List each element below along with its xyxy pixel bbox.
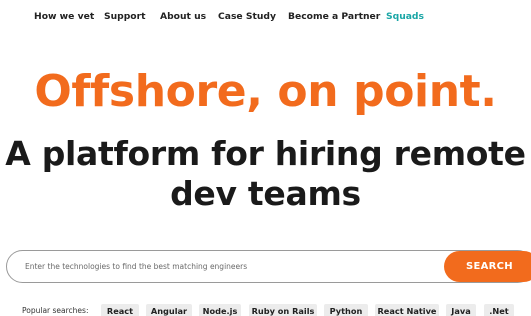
chip-java[interactable]: Java	[446, 304, 476, 316]
chip-nodejs[interactable]: Node.js	[199, 304, 241, 316]
chip-python[interactable]: Python	[324, 304, 368, 316]
chip-react-native[interactable]: React Native	[375, 304, 439, 316]
chip-angular[interactable]: Angular	[146, 304, 192, 316]
nav-case-study[interactable]: Case Study	[218, 11, 276, 22]
nav-squads[interactable]: Squads	[386, 11, 424, 22]
search-bar: SEARCH	[6, 250, 531, 283]
chip-dotnet[interactable]: .Net	[484, 304, 514, 316]
hero-subline-2: dev teams	[170, 174, 361, 213]
search-button[interactable]: SEARCH	[444, 251, 531, 282]
nav-how-we-vet[interactable]: How we vet	[34, 11, 94, 22]
hero-headline: Offshore, on point.	[34, 66, 497, 117]
search-input[interactable]	[25, 251, 435, 282]
page: How we vet Support About us Case Study B…	[0, 0, 531, 316]
nav-support[interactable]: Support	[104, 11, 146, 22]
nav-about-us[interactable]: About us	[160, 11, 206, 22]
chip-ruby-on-rails[interactable]: Ruby on Rails	[249, 304, 317, 316]
hero-subline-1: A platform for hiring remote	[5, 134, 526, 173]
chip-react[interactable]: React	[101, 304, 139, 316]
popular-searches: Popular searches: React Angular Node.js …	[0, 304, 531, 316]
top-nav: How we vet Support About us Case Study B…	[0, 11, 531, 27]
popular-searches-label: Popular searches:	[22, 306, 89, 315]
nav-become-a-partner[interactable]: Become a Partner	[288, 11, 380, 22]
